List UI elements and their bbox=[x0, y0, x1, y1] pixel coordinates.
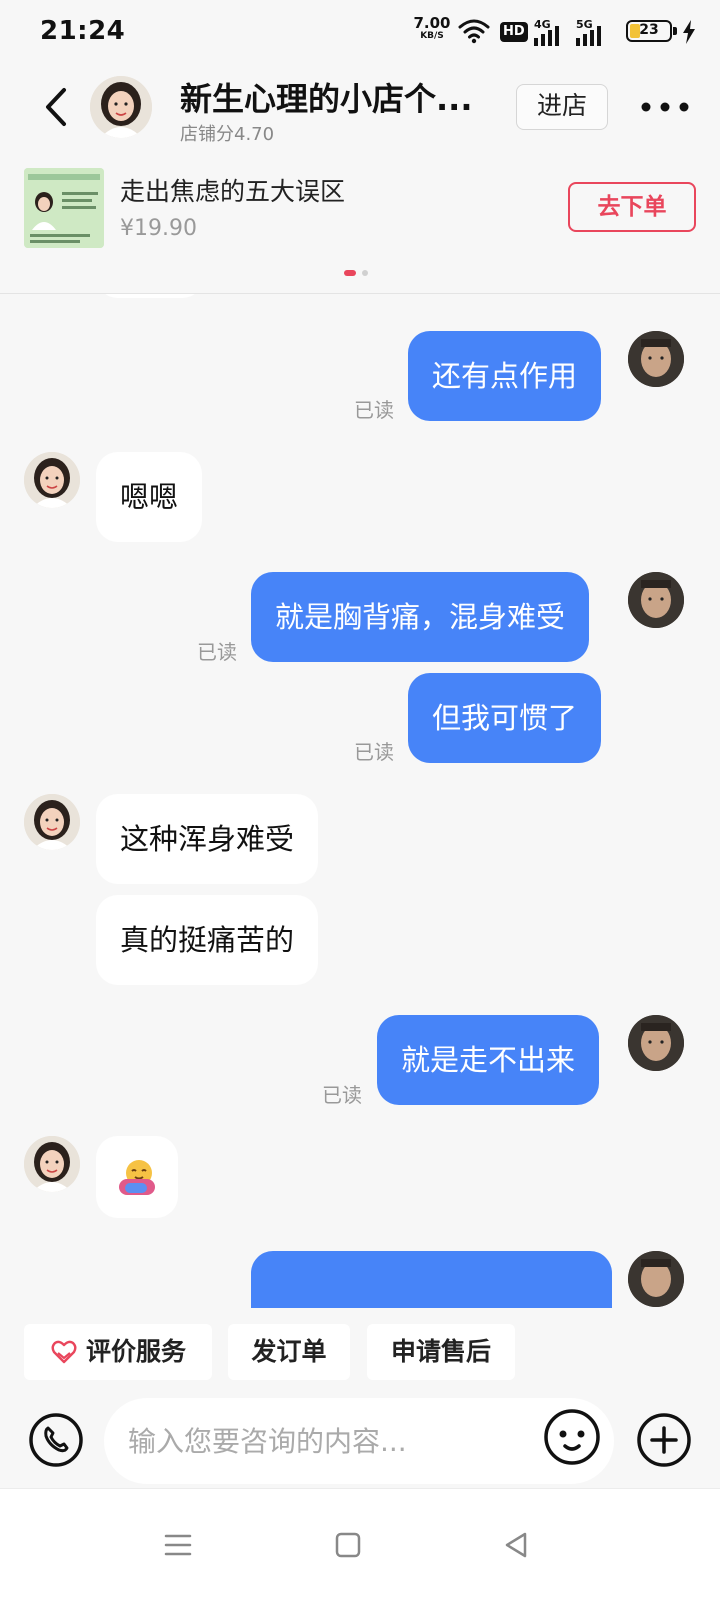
network-speed: 7.00 KB/S bbox=[412, 16, 452, 41]
message-input-bar bbox=[0, 1392, 720, 1488]
read-receipt: 已读 bbox=[322, 1083, 362, 1107]
emoji-face-icon[interactable] bbox=[543, 1408, 601, 1466]
rate-service-button[interactable]: 评价服务 bbox=[24, 1324, 212, 1380]
message-bubble-partial bbox=[96, 294, 204, 298]
message-bubble-incoming[interactable]: 这种浑身难受 bbox=[96, 794, 319, 884]
battery-level: 23 bbox=[639, 22, 659, 38]
message-bubble-partial bbox=[251, 1251, 612, 1308]
chat-messages[interactable]: 已读 还有点作用 嗯嗯 已读 就是胸背痛，混身难受 已读 但我可惯了 这种浑身难… bbox=[0, 294, 720, 1308]
more-dots-icon[interactable] bbox=[640, 94, 690, 120]
plus-circle-icon[interactable] bbox=[636, 1412, 692, 1468]
shop-score: 店铺分4.70 bbox=[180, 124, 275, 145]
user-avatar[interactable] bbox=[628, 331, 684, 387]
read-receipt: 已读 bbox=[197, 640, 237, 664]
message-bubble-outgoing[interactable]: 还有点作用 bbox=[408, 331, 602, 421]
message-bubble-outgoing[interactable]: 就是走不出来 bbox=[377, 1015, 600, 1105]
hd-badge: HD bbox=[500, 22, 528, 42]
message-bubble-incoming[interactable]: 嗯嗯 bbox=[96, 452, 203, 542]
home-icon[interactable] bbox=[330, 1527, 366, 1563]
signal-5g-icon bbox=[576, 26, 601, 46]
shop-avatar[interactable] bbox=[90, 76, 152, 138]
heart-hands-icon bbox=[51, 1340, 77, 1364]
wifi-icon bbox=[458, 19, 490, 44]
user-avatar[interactable] bbox=[628, 1015, 684, 1071]
message-bubble-incoming[interactable]: 🫂 bbox=[96, 1136, 178, 1218]
read-receipt: 已读 bbox=[354, 398, 394, 422]
signal-4g-icon bbox=[534, 26, 559, 46]
back-triangle-icon[interactable] bbox=[498, 1527, 534, 1563]
quick-actions-bar: 评价服务 发订单 申请售后 bbox=[0, 1308, 720, 1380]
user-avatar[interactable] bbox=[628, 572, 684, 628]
hug-emoji-icon bbox=[119, 1160, 155, 1195]
battery-icon: 23 bbox=[626, 20, 677, 42]
product-card[interactable]: 走出焦虑的五大误区 ¥19.90 去下单 bbox=[0, 154, 720, 294]
product-thumbnail[interactable] bbox=[24, 168, 104, 248]
menu-icon[interactable] bbox=[160, 1527, 196, 1563]
enter-shop-button[interactable]: 进店 bbox=[516, 84, 608, 130]
after-sales-button[interactable]: 申请售后 bbox=[367, 1324, 515, 1380]
send-order-button[interactable]: 发订单 bbox=[228, 1324, 350, 1380]
user-avatar[interactable] bbox=[628, 1251, 684, 1307]
status-time: 21:24 bbox=[40, 16, 126, 46]
shop-name[interactable]: 新生心理的小店个... bbox=[180, 74, 486, 120]
chat-header: 新生心理的小店个... 店铺分4.70 进店 bbox=[0, 64, 720, 154]
shop-avatar[interactable] bbox=[24, 1136, 80, 1192]
shop-avatar[interactable] bbox=[24, 452, 80, 508]
product-title[interactable]: 走出焦虑的五大误区 bbox=[120, 172, 345, 208]
shop-avatar[interactable] bbox=[24, 794, 80, 850]
carousel-dot-active bbox=[344, 270, 356, 276]
network-speed-value: 7.00 bbox=[413, 14, 451, 32]
charging-icon bbox=[683, 20, 695, 44]
message-input[interactable] bbox=[104, 1398, 614, 1484]
carousel-indicator bbox=[344, 270, 384, 278]
read-receipt: 已读 bbox=[354, 740, 394, 764]
back-icon[interactable] bbox=[36, 82, 76, 132]
status-bar: 21:24 7.00 KB/S HD 4G 5G 23 bbox=[0, 0, 720, 64]
place-order-button[interactable]: 去下单 bbox=[568, 182, 696, 232]
message-bubble-incoming[interactable]: 真的挺痛苦的 bbox=[96, 895, 319, 985]
message-bubble-outgoing[interactable]: 但我可惯了 bbox=[408, 673, 602, 763]
network-speed-unit: KB/S bbox=[420, 31, 444, 41]
phone-icon[interactable] bbox=[28, 1412, 84, 1468]
carousel-dot bbox=[362, 270, 368, 276]
product-price: ¥19.90 bbox=[120, 216, 197, 241]
system-nav-bar bbox=[0, 1488, 720, 1600]
rate-service-label: 评价服务 bbox=[86, 1337, 187, 1366]
message-bubble-outgoing[interactable]: 就是胸背痛，混身难受 bbox=[251, 572, 590, 662]
